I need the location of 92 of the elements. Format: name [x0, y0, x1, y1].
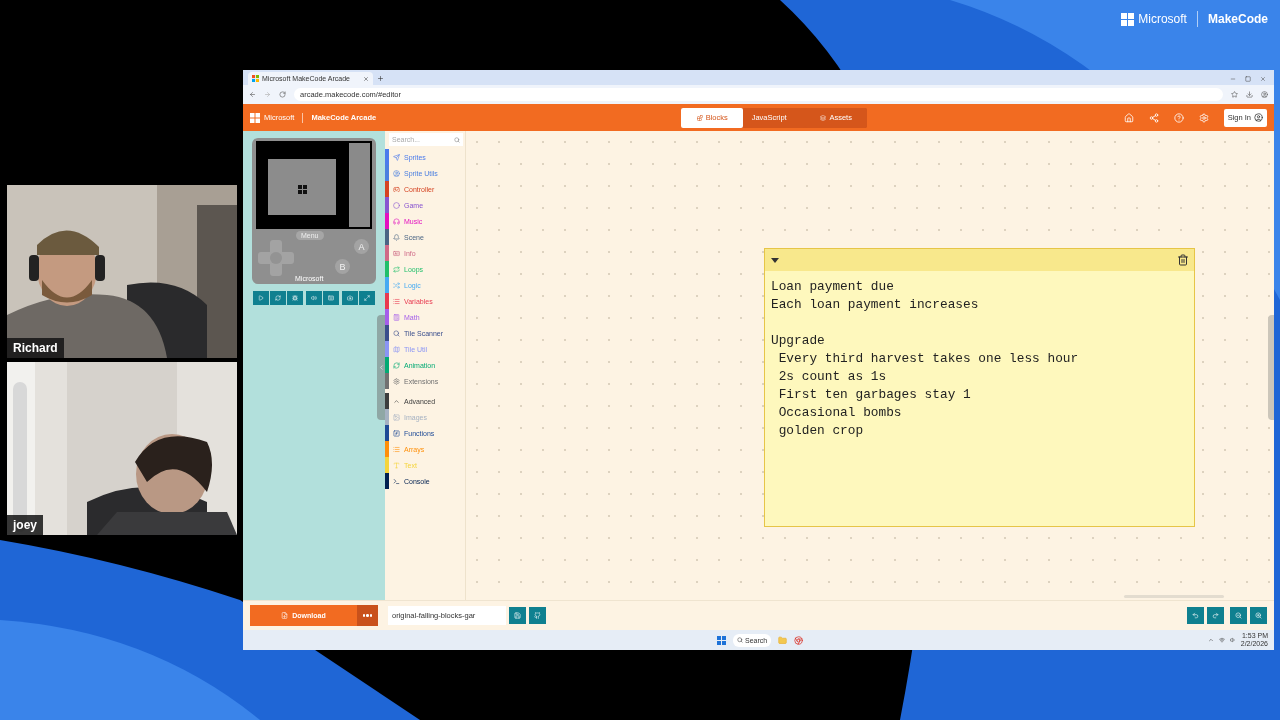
new-tab-icon[interactable]: [377, 75, 384, 82]
keyboard-button[interactable]: [323, 291, 339, 305]
share-icon[interactable]: [1148, 112, 1159, 123]
participant-name: Richard: [7, 338, 64, 358]
zoom-out-button[interactable]: [1230, 607, 1247, 624]
chevron-left-icon: [377, 364, 385, 371]
back-icon[interactable]: [249, 91, 256, 98]
gear-icon: [393, 377, 400, 385]
a-button[interactable]: A: [354, 239, 369, 254]
more-button[interactable]: [357, 605, 378, 626]
zoom-in-button[interactable]: [1250, 607, 1267, 624]
function-icon: [393, 429, 400, 437]
stream-logo-product: MakeCode: [1207, 12, 1268, 26]
play-icon: [258, 295, 264, 301]
image-icon: [393, 413, 400, 421]
shuffle-icon: [393, 281, 400, 289]
comment-block[interactable]: Loan payment due Each loan payment increases Upgrade Every third harvest takes one less hour 2s count as 1s First ten garbages stay 1 Occasional bombs golden crop: [764, 248, 1195, 527]
search-icon: [737, 637, 743, 643]
close-icon[interactable]: [1260, 76, 1266, 82]
list-icon: [393, 297, 400, 305]
favicon-icon: [252, 75, 259, 82]
speaker-icon: [311, 295, 317, 301]
headphones-icon: [393, 217, 400, 225]
text-icon: [393, 461, 400, 469]
redo-button[interactable]: [1207, 607, 1224, 624]
bug-icon: [292, 295, 298, 301]
caret-icon: [393, 397, 400, 405]
windows-logo-icon: [1121, 12, 1135, 26]
close-icon[interactable]: [363, 75, 369, 82]
undo-button[interactable]: [1187, 607, 1204, 624]
bell-icon: [393, 233, 400, 241]
undo-icon: [1192, 612, 1199, 619]
restart-button[interactable]: [270, 291, 286, 305]
browser-icon[interactable]: [794, 635, 804, 645]
calculator-icon: [393, 313, 400, 321]
profile-icon[interactable]: [1261, 91, 1268, 98]
puzzle-icon: [696, 114, 703, 121]
wifi-icon[interactable]: [1218, 637, 1225, 643]
delete-icon[interactable]: [1177, 254, 1189, 266]
user-icon: [1254, 113, 1263, 122]
comment-text[interactable]: Loan payment due Each loan payment increases Upgrade Every third harvest takes one less hour 2s count as 1s First ten garbages stay 1 Occasional bombs golden crop: [765, 271, 1194, 447]
camera-icon: [347, 295, 353, 301]
collapse-triangle-icon[interactable]: [771, 257, 779, 263]
circle-icon: [393, 201, 400, 209]
mute-button[interactable]: [306, 291, 322, 305]
github-icon: [534, 612, 541, 619]
user-icon: [393, 169, 400, 177]
download-icon[interactable]: [1246, 91, 1253, 98]
fullscreen-icon: [364, 295, 370, 301]
map-icon: [393, 345, 400, 353]
star-icon[interactable]: [1231, 91, 1238, 98]
keyboard-icon: [328, 295, 334, 301]
list-icon: [393, 445, 400, 453]
workspace-canvas[interactable]: Loan payment due Each loan payment increases Upgrade Every third harvest takes one less hour 2s count as 1s First ten garbages stay 1 Occasional bombs golden crop: [466, 131, 1274, 600]
help-icon[interactable]: [1173, 112, 1184, 123]
stream-logo-brand: Microsoft: [1138, 12, 1187, 26]
zoom-out-icon: [1235, 612, 1242, 619]
side-handle[interactable]: [1268, 315, 1274, 420]
search-icon: [393, 329, 400, 337]
github-button[interactable]: [529, 607, 546, 624]
refresh-icon: [393, 361, 400, 369]
folder-icon[interactable]: [778, 635, 788, 645]
search-icon: [454, 136, 460, 143]
settings-icon[interactable]: [1198, 112, 1209, 123]
paper-plane-icon: [393, 153, 400, 161]
zoom-in-icon: [1255, 612, 1262, 619]
file-icon: [281, 612, 289, 619]
redo-icon: [1212, 612, 1219, 619]
maximize-icon[interactable]: [1245, 76, 1251, 82]
reload-icon[interactable]: [279, 91, 286, 98]
debug-button[interactable]: [287, 291, 303, 305]
id-card-icon: [393, 249, 400, 257]
loop-icon: [393, 265, 400, 273]
participant-name: joey: [7, 515, 43, 535]
forward-icon[interactable]: [264, 91, 271, 98]
save-icon: [514, 612, 521, 619]
minimize-icon[interactable]: [1230, 76, 1236, 82]
microsoft-logo-icon: [250, 112, 260, 123]
screenshot-button[interactable]: [342, 291, 358, 305]
start-icon[interactable]: [717, 635, 726, 645]
collapse-handle[interactable]: [377, 315, 385, 420]
save-button[interactable]: [509, 607, 526, 624]
gamepad-icon: [393, 185, 400, 193]
play-button[interactable]: [253, 291, 269, 305]
terminal-icon: [393, 477, 400, 485]
fullscreen-button[interactable]: [359, 291, 375, 305]
layers-icon: [820, 114, 827, 121]
restart-icon: [275, 295, 281, 301]
caret-icon[interactable]: [1207, 637, 1214, 643]
b-button[interactable]: B: [335, 259, 350, 274]
home-icon[interactable]: [1123, 112, 1134, 123]
volume-icon[interactable]: [1229, 637, 1236, 643]
